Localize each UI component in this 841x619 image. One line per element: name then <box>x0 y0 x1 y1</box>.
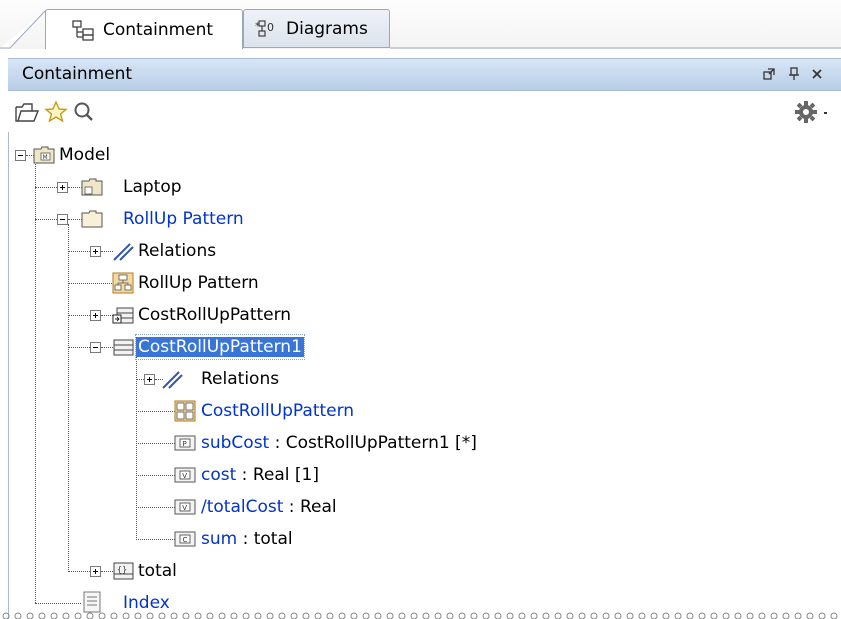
tab-diagrams-label: Diagrams <box>286 18 368 39</box>
tree-guide <box>35 219 57 220</box>
tree-node-total[interactable]: total <box>138 559 177 583</box>
tree-guide <box>35 603 81 604</box>
svg-text:C: C <box>183 536 188 544</box>
tree-guide <box>136 411 175 412</box>
tree-node-cost[interactable]: cost : Real [1] <box>201 463 319 487</box>
search-icon[interactable] <box>71 99 97 125</box>
bottom-border <box>0 612 841 619</box>
relations-icon <box>113 243 134 261</box>
tree-guide <box>68 224 69 572</box>
tree-guide <box>136 539 175 540</box>
diagram-icon <box>112 272 134 294</box>
tree-node-relations-2[interactable]: Relations <box>201 367 279 391</box>
restore-icon[interactable] <box>761 66 777 82</box>
tree-guide <box>68 283 112 284</box>
tree-guide <box>136 352 137 540</box>
costrollup-expand-toggle[interactable] <box>90 310 101 321</box>
tree-node-subcost[interactable]: subCost : CostRollUpPattern1 [*] <box>201 431 477 455</box>
value-property-icon: V <box>174 467 196 483</box>
costrollup1-collapse-toggle[interactable] <box>90 342 101 353</box>
part-property-icon: P <box>174 435 196 451</box>
diagram-icon <box>174 400 196 422</box>
tree-node-sum[interactable]: sum : total <box>201 527 293 551</box>
tab-strip: Containment * 0 Diagrams <box>0 0 841 49</box>
containment-icon <box>72 19 94 41</box>
close-icon[interactable] <box>809 66 825 82</box>
open-folder-icon[interactable] <box>14 99 40 125</box>
block-icon <box>113 339 134 356</box>
rollup-pattern-collapse-toggle[interactable] <box>57 214 68 225</box>
svg-text:V: V <box>182 472 187 480</box>
svg-text:{}: {} <box>117 565 127 574</box>
tree-guide <box>68 315 90 316</box>
tree-guide <box>68 219 82 220</box>
svg-text:P: P <box>183 440 187 448</box>
pin-icon[interactable] <box>786 66 802 82</box>
gear-dropdown-icon[interactable] <box>817 99 835 125</box>
value-property-icon: V <box>174 499 196 515</box>
tab-containment[interactable]: Containment <box>45 9 243 49</box>
relations-expand-toggle[interactable] <box>90 246 101 257</box>
tree-node-rollup-pattern-diagram[interactable]: RollUp Pattern <box>138 271 259 295</box>
tree-guide <box>68 571 90 572</box>
package-icon <box>81 178 103 196</box>
svg-text:V: V <box>182 504 187 512</box>
package-icon <box>81 210 103 228</box>
svg-text:0: 0 <box>267 21 274 34</box>
model-icon: M <box>33 146 55 164</box>
constraint-property-icon: C <box>174 531 196 547</box>
tree-guide <box>136 443 175 444</box>
model-collapse-toggle[interactable] <box>15 150 26 161</box>
panel-title: Containment <box>22 64 133 84</box>
svg-text:M: M <box>43 154 48 161</box>
tree-node-costrollup-pattern[interactable]: CostRollUpPattern <box>138 303 291 327</box>
tree-node-model[interactable]: Model <box>59 143 110 167</box>
toolbar <box>8 91 841 132</box>
constraint-block-icon: {} <box>113 562 134 580</box>
tree-guide <box>68 187 82 188</box>
gear-icon[interactable] <box>793 99 819 125</box>
diagrams-icon: * 0 <box>255 19 274 37</box>
relations2-expand-toggle[interactable] <box>144 374 155 385</box>
tree-guide <box>68 347 90 348</box>
tree-guide <box>136 507 175 508</box>
total-expand-toggle[interactable] <box>90 566 101 577</box>
block-icon <box>112 307 134 324</box>
panel-titlebar: Containment <box>8 58 841 91</box>
containment-tree: M Model Laptop RollUp Pattern Relations … <box>8 132 841 619</box>
tree-node-costrollup-pattern-diagram[interactable]: CostRollUpPattern <box>201 399 354 423</box>
tree-guide <box>136 475 175 476</box>
favorite-star-icon[interactable] <box>43 99 69 125</box>
tree-guide <box>68 251 90 252</box>
tree-node-laptop[interactable]: Laptop <box>123 175 182 199</box>
tab-containment-label: Containment <box>103 19 214 40</box>
tab-diagrams[interactable]: * 0 Diagrams <box>243 9 390 48</box>
tree-node-costrollup-pattern1[interactable]: CostRollUpPattern1 <box>135 334 305 360</box>
tree-guide <box>35 160 36 603</box>
relations-icon <box>162 371 183 389</box>
tree-node-totalcost[interactable]: /totalCost : Real <box>201 495 337 519</box>
tree-node-rollup-pattern[interactable]: RollUp Pattern <box>123 207 244 231</box>
laptop-expand-toggle[interactable] <box>57 182 68 193</box>
tree-node-relations[interactable]: Relations <box>138 239 216 263</box>
index-icon <box>83 591 101 613</box>
tree-guide <box>35 187 57 188</box>
